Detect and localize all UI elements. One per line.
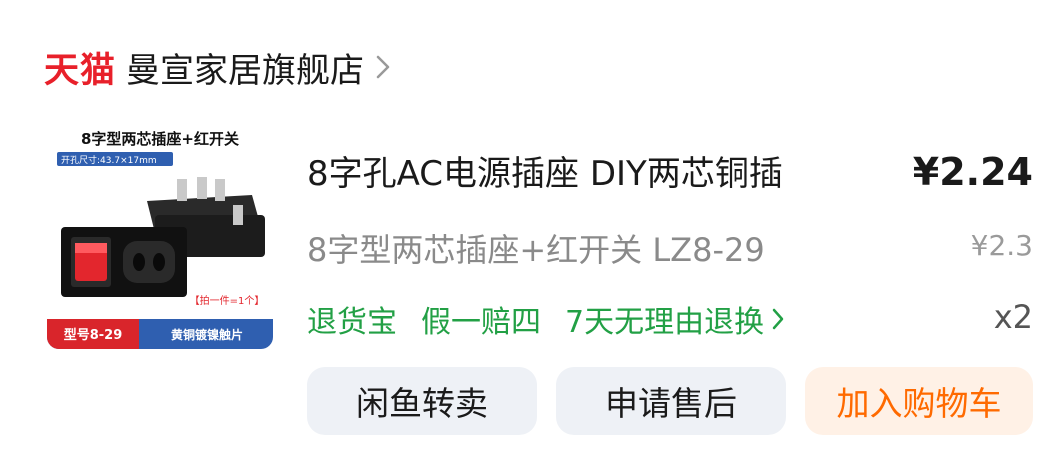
image-model: 型号8-29 [64,327,123,343]
chevron-right-icon[interactable] [376,55,390,79]
image-material: 黄铜镀镍触片 [171,327,243,342]
add-to-cart-button[interactable]: 加入购物车 [805,367,1033,435]
original-price: ¥2.3 [970,229,1033,262]
shop-name[interactable]: 曼宣家居旗舰店 [126,43,364,92]
tmall-logo: 天猫 [44,50,117,91]
service-tag-7day-return: 7天无理由退换 [565,305,765,340]
product-variant[interactable]: 8字型两芯插座+红开关 LZ8-29 [307,225,765,271]
product-price: ¥2.24 [912,150,1033,194]
resell-button[interactable]: 闲鱼转卖 [307,367,537,435]
item-quantity: x2 [993,298,1033,336]
shop-header[interactable]: 天猫 曼宣家居旗舰店 [44,42,390,92]
image-heading: 8字型两芯插座+红开关 [81,130,239,148]
image-size-label: 开孔尺寸:43.7×17mm [61,154,157,166]
product-image: 8字型两芯插座+红开关 开孔尺寸:43.7×17mm 【拍一件=1个】 型号8-… [47,123,273,349]
product-thumbnail[interactable]: 8字型两芯插座+红开关 开孔尺寸:43.7×17mm 【拍一件=1个】 型号8-… [47,123,273,349]
product-title[interactable]: 8字孔AC电源插座 DIY两芯铜插 [307,146,887,195]
service-tag-return-insurance: 退货宝 [307,305,397,340]
image-note: 【拍一件=1个】 [190,294,265,307]
service-tag-fake-compensation: 假一赔四 [421,305,541,340]
chevron-right-icon[interactable] [772,308,784,330]
service-tags[interactable]: 退货宝 假一赔四 7天无理由退换 [307,297,808,341]
aftersale-button[interactable]: 申请售后 [556,367,786,435]
